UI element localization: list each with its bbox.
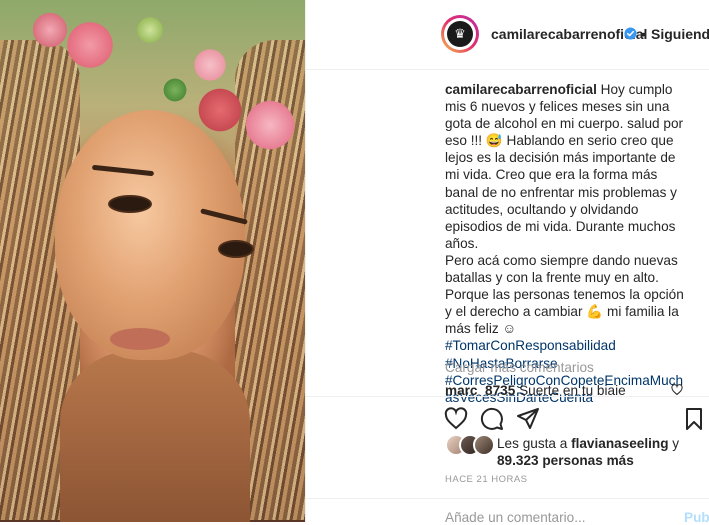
comment-text: Suerte en tu biaje	[515, 383, 626, 395]
avatar-logo-icon: ♛	[447, 21, 473, 47]
bookmark-icon[interactable]	[682, 407, 706, 431]
header-separator: •	[641, 26, 646, 42]
add-comment-bar: Añade un comentario... Publicar	[306, 498, 709, 525]
post-actions-bar	[306, 396, 709, 437]
photo-neck	[60, 350, 250, 522]
photo-flower-crown	[20, 0, 305, 160]
caption-username[interactable]: camilarecabarrenoficial	[445, 82, 597, 97]
comment-input[interactable]: Añade un comentario...	[445, 510, 586, 525]
avatar[interactable]: ♛	[441, 15, 479, 53]
load-more-comments-button[interactable]: Cargar más comentarios	[445, 360, 594, 375]
photo-eye-left	[108, 195, 152, 213]
liker-avatar[interactable]	[473, 434, 495, 456]
post-caption: camilarecabarrenoficial Hoy cumplo mis 6…	[445, 81, 689, 406]
share-plane-icon[interactable]	[516, 407, 540, 431]
likes-prefix: Les gusta a	[497, 436, 572, 451]
post-details-panel: ♛ camilarecabarrenoficial • Siguiendo ca…	[305, 0, 709, 525]
caption-paragraph-2: Pero acá como siempre dando nuevas batal…	[445, 252, 689, 355]
avatar-inner: ♛	[444, 18, 476, 50]
hashtag-link[interactable]: #TomarConResponsabilidad	[445, 338, 616, 353]
photo-eye-right	[218, 240, 254, 258]
post-photo[interactable]	[0, 0, 305, 522]
caption-text-2: Pero acá como siempre dando nuevas batal…	[445, 252, 684, 337]
likes-count-link[interactable]: 89.323 personas más	[497, 453, 634, 468]
post-timestamp[interactable]: HACE 21 HORAS	[445, 474, 528, 485]
following-button[interactable]: Siguiendo	[651, 26, 709, 42]
caption-text-1: Hoy cumplo mis 6 nuevos y felices meses …	[445, 82, 684, 251]
likes-middle: y	[668, 436, 680, 451]
comment-bubble-icon[interactable]	[480, 407, 504, 431]
photo-lips	[110, 328, 170, 350]
comment-like-heart-icon[interactable]	[671, 384, 683, 396]
post-header: ♛ camilarecabarrenoficial • Siguiendo	[306, 0, 709, 70]
caption-paragraph-1: camilarecabarrenoficial Hoy cumplo mis 6…	[445, 81, 689, 252]
comment-username[interactable]: marc_8735	[445, 383, 515, 395]
comment-row: marc_8735 Suerte en tu biaje	[445, 383, 690, 395]
heart-icon[interactable]	[444, 407, 468, 431]
publish-button[interactable]: Publicar	[684, 510, 709, 525]
verified-badge-icon	[624, 27, 637, 40]
likes-text: Les gusta a flavianaseeling y 89.323 per…	[497, 435, 707, 469]
likes-user-link[interactable]: flavianaseeling	[571, 436, 668, 451]
